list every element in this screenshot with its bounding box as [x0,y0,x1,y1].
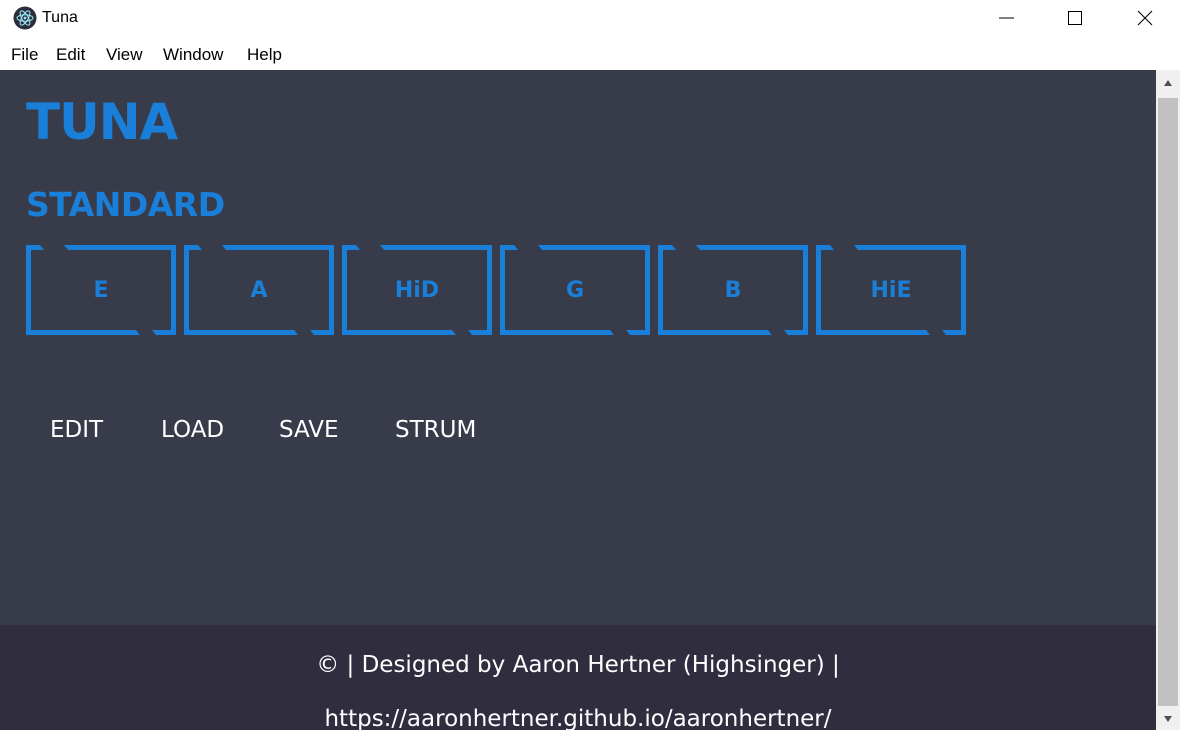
scroll-up-button[interactable] [1156,70,1180,96]
menu-help[interactable]: Help [247,44,282,66]
strum-button[interactable]: STRUM [395,416,476,444]
title-bar[interactable]: Tuna [0,0,1180,36]
scroll-down-button[interactable] [1156,708,1180,730]
string-label: A [250,277,268,303]
footer: © | Designed by Aaron Hertner (Highsinge… [0,625,1156,730]
tuning-name: STANDARD [26,185,225,224]
string-label: E [93,277,109,303]
edit-button[interactable]: EDIT [50,416,103,444]
app-title: TUNA [26,93,178,151]
string-label: HiD [394,277,440,303]
maximize-button[interactable] [1052,0,1098,36]
menu-bar: File Edit View Window Help [0,38,1180,70]
string-button-6[interactable]: HiE [816,245,966,335]
close-button[interactable] [1122,0,1168,36]
arrow-down-icon [1164,716,1172,722]
minimize-button[interactable] [983,0,1029,36]
string-button-5[interactable]: B [658,245,808,335]
arrow-up-icon [1164,80,1172,86]
scroll-thumb[interactable] [1158,98,1178,706]
main-content: TUNA STANDARD E A HiD G B HiE EDIT LOAD … [0,70,1156,625]
string-button-4[interactable]: G [500,245,650,335]
string-label: HiE [870,277,912,303]
maximize-icon [1068,11,1082,25]
window-title: Tuna [42,9,78,26]
string-button-2[interactable]: A [184,245,334,335]
load-button[interactable]: LOAD [161,416,224,444]
string-label: B [724,277,742,303]
string-button-1[interactable]: E [26,245,176,335]
menu-window[interactable]: Window [163,44,223,66]
footer-credit: © | Designed by Aaron Hertner (Highsinge… [316,652,840,678]
electron-atom-icon [13,6,37,30]
menu-file[interactable]: File [11,44,38,66]
app-window: Tuna File Edit View Window Help TUNA STA… [0,0,1180,730]
save-button[interactable]: SAVE [279,416,339,444]
menu-edit[interactable]: Edit [56,44,85,66]
close-icon [1137,10,1153,26]
footer-link[interactable]: https://aaronhertner.github.io/aaronhert… [0,704,1156,730]
vertical-scrollbar[interactable] [1156,70,1180,730]
menu-view[interactable]: View [106,44,143,66]
string-label: G [565,277,585,303]
minimize-icon [999,17,1014,19]
string-button-3[interactable]: HiD [342,245,492,335]
